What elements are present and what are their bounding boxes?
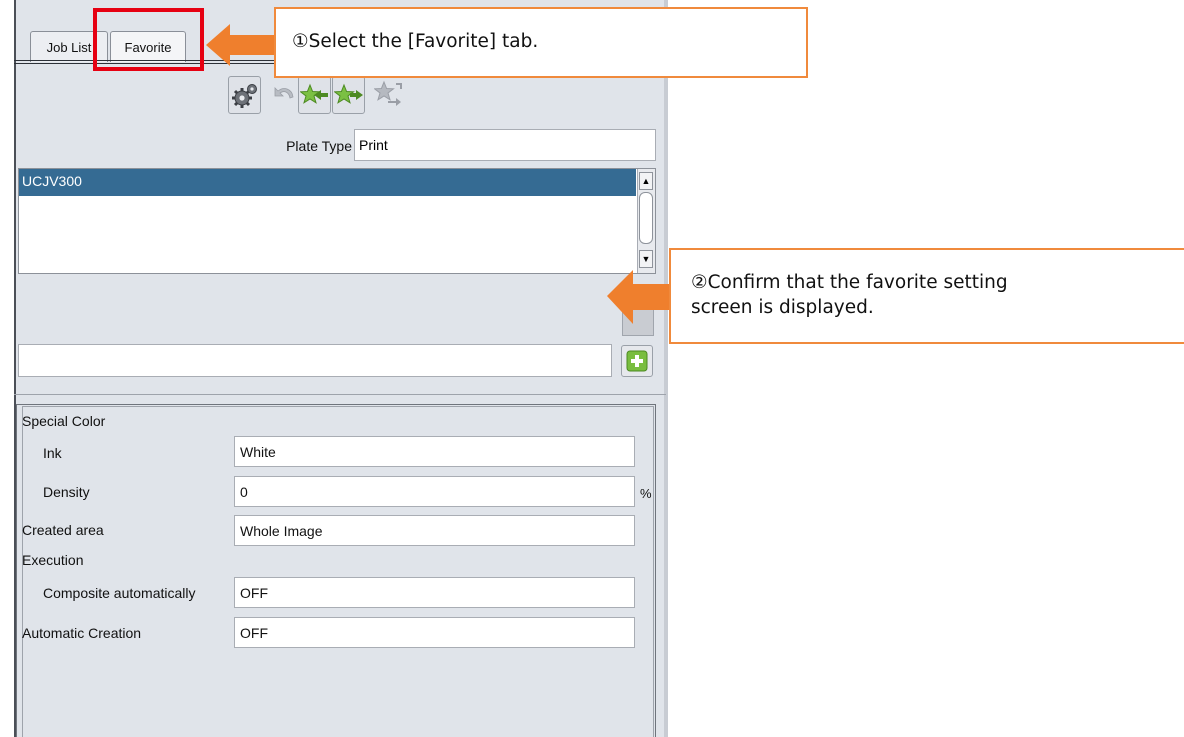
settings-gears-icon: [231, 84, 257, 108]
favorite-name-input[interactable]: [18, 344, 612, 377]
callout-arrow-1: [206, 24, 276, 66]
section-divider: [14, 394, 666, 395]
density-field[interactable]: 0: [234, 476, 635, 507]
special-color-label: Special Color: [22, 413, 106, 429]
settings-button[interactable]: [228, 76, 261, 114]
favorite-export-button[interactable]: [332, 76, 365, 114]
instruction-text-2-line2: screen is displayed.: [691, 297, 874, 318]
automatic-creation-field[interactable]: OFF: [234, 617, 635, 648]
scroll-up-button[interactable]: ▲: [639, 172, 653, 190]
add-favorite-button[interactable]: [621, 345, 653, 377]
favorite-move-icon: [373, 80, 402, 106]
favorite-tab-highlight: [93, 8, 204, 71]
instruction-text-2-line1: ②Confirm that the favorite setting: [691, 272, 1008, 293]
callout-arrow-2: [607, 270, 673, 324]
plate-type-label: Plate Type: [286, 138, 352, 154]
favorite-import-icon: [299, 83, 328, 104]
density-unit: %: [640, 486, 652, 501]
created-area-field[interactable]: Whole Image: [234, 515, 635, 546]
created-area-label: Created area: [22, 522, 104, 538]
instruction-callout-1: ①Select the [Favorite] tab.: [274, 7, 808, 78]
undo-icon: [274, 87, 293, 99]
instruction-callout-2: ②Confirm that the favorite setting scree…: [669, 248, 1184, 344]
plus-icon: [626, 350, 648, 372]
ink-label: Ink: [43, 445, 62, 461]
density-label: Density: [43, 484, 90, 500]
panel-splitter[interactable]: [664, 0, 668, 737]
composite-label: Composite automatically: [43, 585, 196, 601]
plate-type-field[interactable]: Print: [354, 129, 656, 161]
composite-field[interactable]: OFF: [234, 577, 635, 608]
instruction-text-1: ①Select the [Favorite] tab.: [292, 31, 539, 52]
ink-field[interactable]: White: [234, 436, 635, 467]
favorite-export-icon: [333, 83, 363, 104]
favorite-import-button[interactable]: [298, 76, 331, 114]
scroll-thumb[interactable]: [639, 192, 653, 244]
execution-label: Execution: [22, 552, 84, 568]
list-item[interactable]: UCJV300: [19, 169, 636, 196]
tab-job-list-label: Job List: [46, 39, 92, 55]
undo-button[interactable]: [266, 76, 299, 114]
automatic-creation-label: Automatic Creation: [22, 625, 142, 641]
favorite-move-button[interactable]: [372, 76, 405, 114]
